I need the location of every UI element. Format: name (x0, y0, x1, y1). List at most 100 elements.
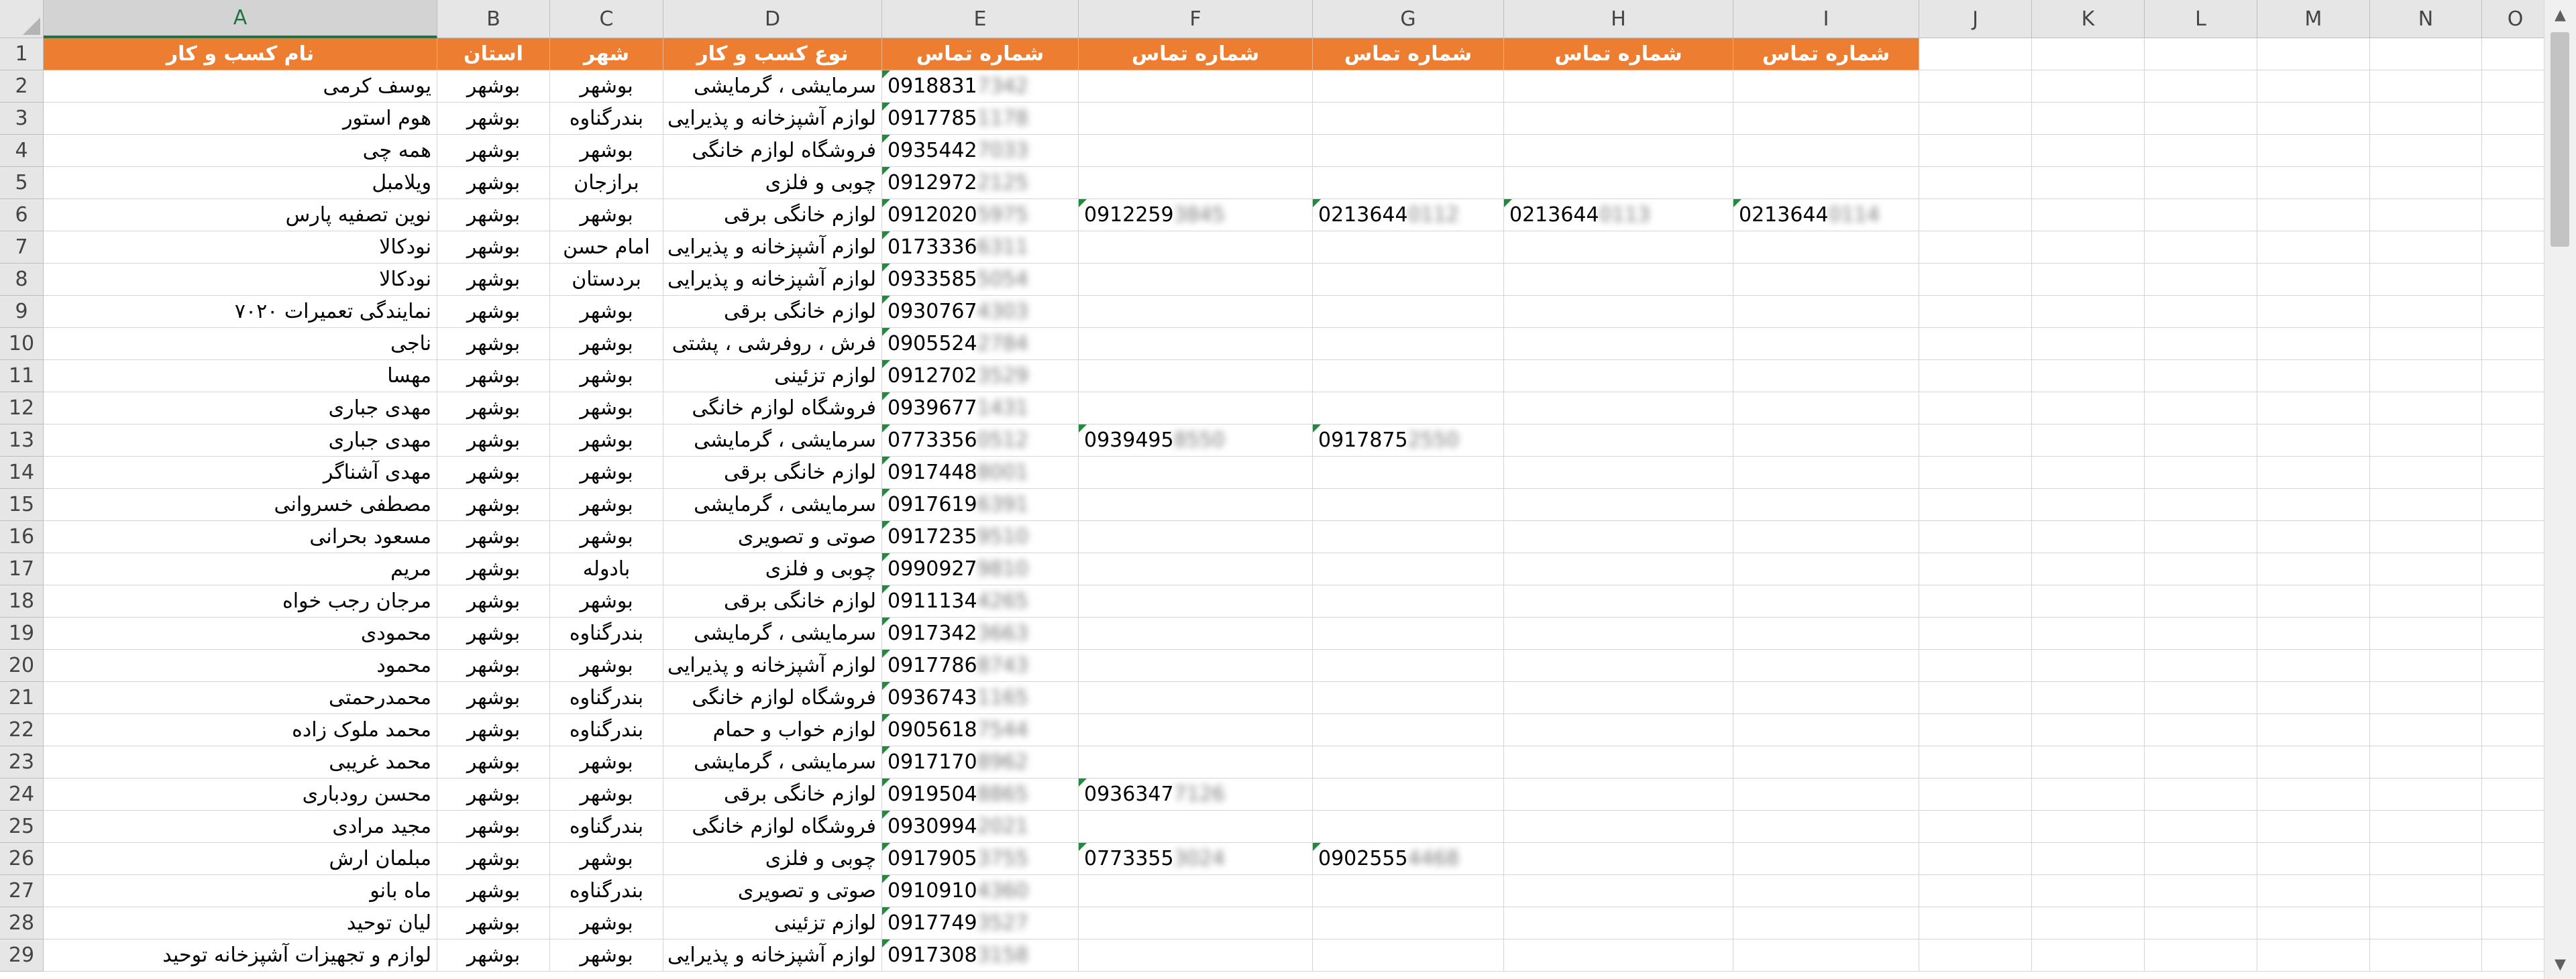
cell-m7[interactable] (2257, 231, 2370, 264)
cell-d15[interactable]: سرمایشی ، گرمایشی (663, 489, 882, 521)
cell-c24[interactable]: بوشهر (550, 779, 663, 811)
cell-i21[interactable] (1733, 682, 1919, 714)
row-header-26[interactable]: 26 (0, 843, 44, 875)
cell-i3[interactable] (1733, 103, 1919, 135)
cell-d21[interactable]: فروشگاه لوازم خانگی (663, 682, 882, 714)
cell-f29[interactable] (1079, 939, 1313, 972)
cell-c6[interactable]: بوشهر (550, 199, 663, 231)
column-header-b[interactable]: B (437, 0, 550, 38)
cell-l21[interactable] (2145, 682, 2257, 714)
column-header-o[interactable]: O (2482, 0, 2549, 38)
cell-a28[interactable]: لیان توحید (44, 907, 437, 939)
cell-l3[interactable] (2145, 103, 2257, 135)
cell-o15[interactable] (2482, 489, 2549, 521)
cell-m23[interactable] (2257, 746, 2370, 779)
cell-b7[interactable]: بوشهر (437, 231, 550, 264)
cell-e23[interactable]: 09171708962 (882, 746, 1079, 779)
cell-a23[interactable]: محمد غریبی (44, 746, 437, 779)
cell-l23[interactable] (2145, 746, 2257, 779)
cell-g21[interactable] (1313, 682, 1504, 714)
cell-a18[interactable]: مرجان رجب خواه (44, 585, 437, 618)
cell-m13[interactable] (2257, 424, 2370, 457)
cell-j3[interactable] (1919, 103, 2032, 135)
cell-f11[interactable] (1079, 360, 1313, 392)
cell-o9[interactable] (2482, 296, 2549, 328)
cell-a25[interactable]: مجید مرادی (44, 811, 437, 843)
cell-f4[interactable] (1079, 135, 1313, 167)
cell-a22[interactable]: محمد ملوک زاده (44, 714, 437, 746)
cell-m29[interactable] (2257, 939, 2370, 972)
cell-e11[interactable]: 09127023529 (882, 360, 1079, 392)
cell-m11[interactable] (2257, 360, 2370, 392)
cell-g27[interactable] (1313, 875, 1504, 907)
cell-n9[interactable] (2370, 296, 2482, 328)
cell-j20[interactable] (1919, 650, 2032, 682)
cell-m5[interactable] (2257, 167, 2370, 199)
cell-j6[interactable] (1919, 199, 2032, 231)
cell-k18[interactable] (2032, 585, 2145, 618)
cell-a19[interactable]: محمودی (44, 618, 437, 650)
cell-m22[interactable] (2257, 714, 2370, 746)
cell-f27[interactable] (1079, 875, 1313, 907)
row-header-19[interactable]: 19 (0, 618, 44, 650)
cell-m3[interactable] (2257, 103, 2370, 135)
cell-b20[interactable]: بوشهر (437, 650, 550, 682)
row-header-3[interactable]: 3 (0, 103, 44, 135)
cell-o11[interactable] (2482, 360, 2549, 392)
row-header-18[interactable]: 18 (0, 585, 44, 618)
row-header-7[interactable]: 7 (0, 231, 44, 264)
cell-e1[interactable]: شماره تماس (882, 38, 1079, 70)
cell-e5[interactable]: 09129722125 (882, 167, 1079, 199)
cell-g26[interactable]: 09025554468 (1313, 843, 1504, 875)
cell-g24[interactable] (1313, 779, 1504, 811)
cell-b1[interactable]: استان (437, 38, 550, 70)
cell-g7[interactable] (1313, 231, 1504, 264)
cell-j18[interactable] (1919, 585, 2032, 618)
cell-j19[interactable] (1919, 618, 2032, 650)
cell-g5[interactable] (1313, 167, 1504, 199)
cell-b25[interactable]: بوشهر (437, 811, 550, 843)
cell-c17[interactable]: بادوله (550, 553, 663, 585)
cell-d3[interactable]: لوازم آشپزخانه و پذیرایی (663, 103, 882, 135)
cell-h23[interactable] (1504, 746, 1733, 779)
cell-k10[interactable] (2032, 328, 2145, 360)
cell-j12[interactable] (1919, 392, 2032, 424)
cell-n13[interactable] (2370, 424, 2482, 457)
cell-m21[interactable] (2257, 682, 2370, 714)
cell-n10[interactable] (2370, 328, 2482, 360)
cell-l2[interactable] (2145, 70, 2257, 103)
cell-e8[interactable]: 09335855054 (882, 264, 1079, 296)
row-header-6[interactable]: 6 (0, 199, 44, 231)
cell-e20[interactable]: 09177868743 (882, 650, 1079, 682)
cell-m9[interactable] (2257, 296, 2370, 328)
cell-j9[interactable] (1919, 296, 2032, 328)
cell-h17[interactable] (1504, 553, 1733, 585)
cell-o18[interactable] (2482, 585, 2549, 618)
cell-c14[interactable]: بوشهر (550, 457, 663, 489)
cell-f22[interactable] (1079, 714, 1313, 746)
cell-h25[interactable] (1504, 811, 1733, 843)
cell-j16[interactable] (1919, 521, 2032, 553)
cell-f7[interactable] (1079, 231, 1313, 264)
cell-d1[interactable]: نوع کسب و کار (663, 38, 882, 70)
cell-e4[interactable]: 09354427033 (882, 135, 1079, 167)
cell-h7[interactable] (1504, 231, 1733, 264)
cell-k20[interactable] (2032, 650, 2145, 682)
cell-o22[interactable] (2482, 714, 2549, 746)
cell-c23[interactable]: بوشهر (550, 746, 663, 779)
cell-n2[interactable] (2370, 70, 2482, 103)
cell-j5[interactable] (1919, 167, 2032, 199)
cell-j7[interactable] (1919, 231, 2032, 264)
cell-o2[interactable] (2482, 70, 2549, 103)
cell-k12[interactable] (2032, 392, 2145, 424)
column-header-m[interactable]: M (2257, 0, 2370, 38)
cell-l29[interactable] (2145, 939, 2257, 972)
cell-h28[interactable] (1504, 907, 1733, 939)
cell-m25[interactable] (2257, 811, 2370, 843)
cell-e13[interactable]: 07733560512 (882, 424, 1079, 457)
cell-b4[interactable]: بوشهر (437, 135, 550, 167)
cell-e21[interactable]: 09367431165 (882, 682, 1079, 714)
cell-l20[interactable] (2145, 650, 2257, 682)
cell-l24[interactable] (2145, 779, 2257, 811)
cell-h6[interactable]: 02136440113 (1504, 199, 1733, 231)
